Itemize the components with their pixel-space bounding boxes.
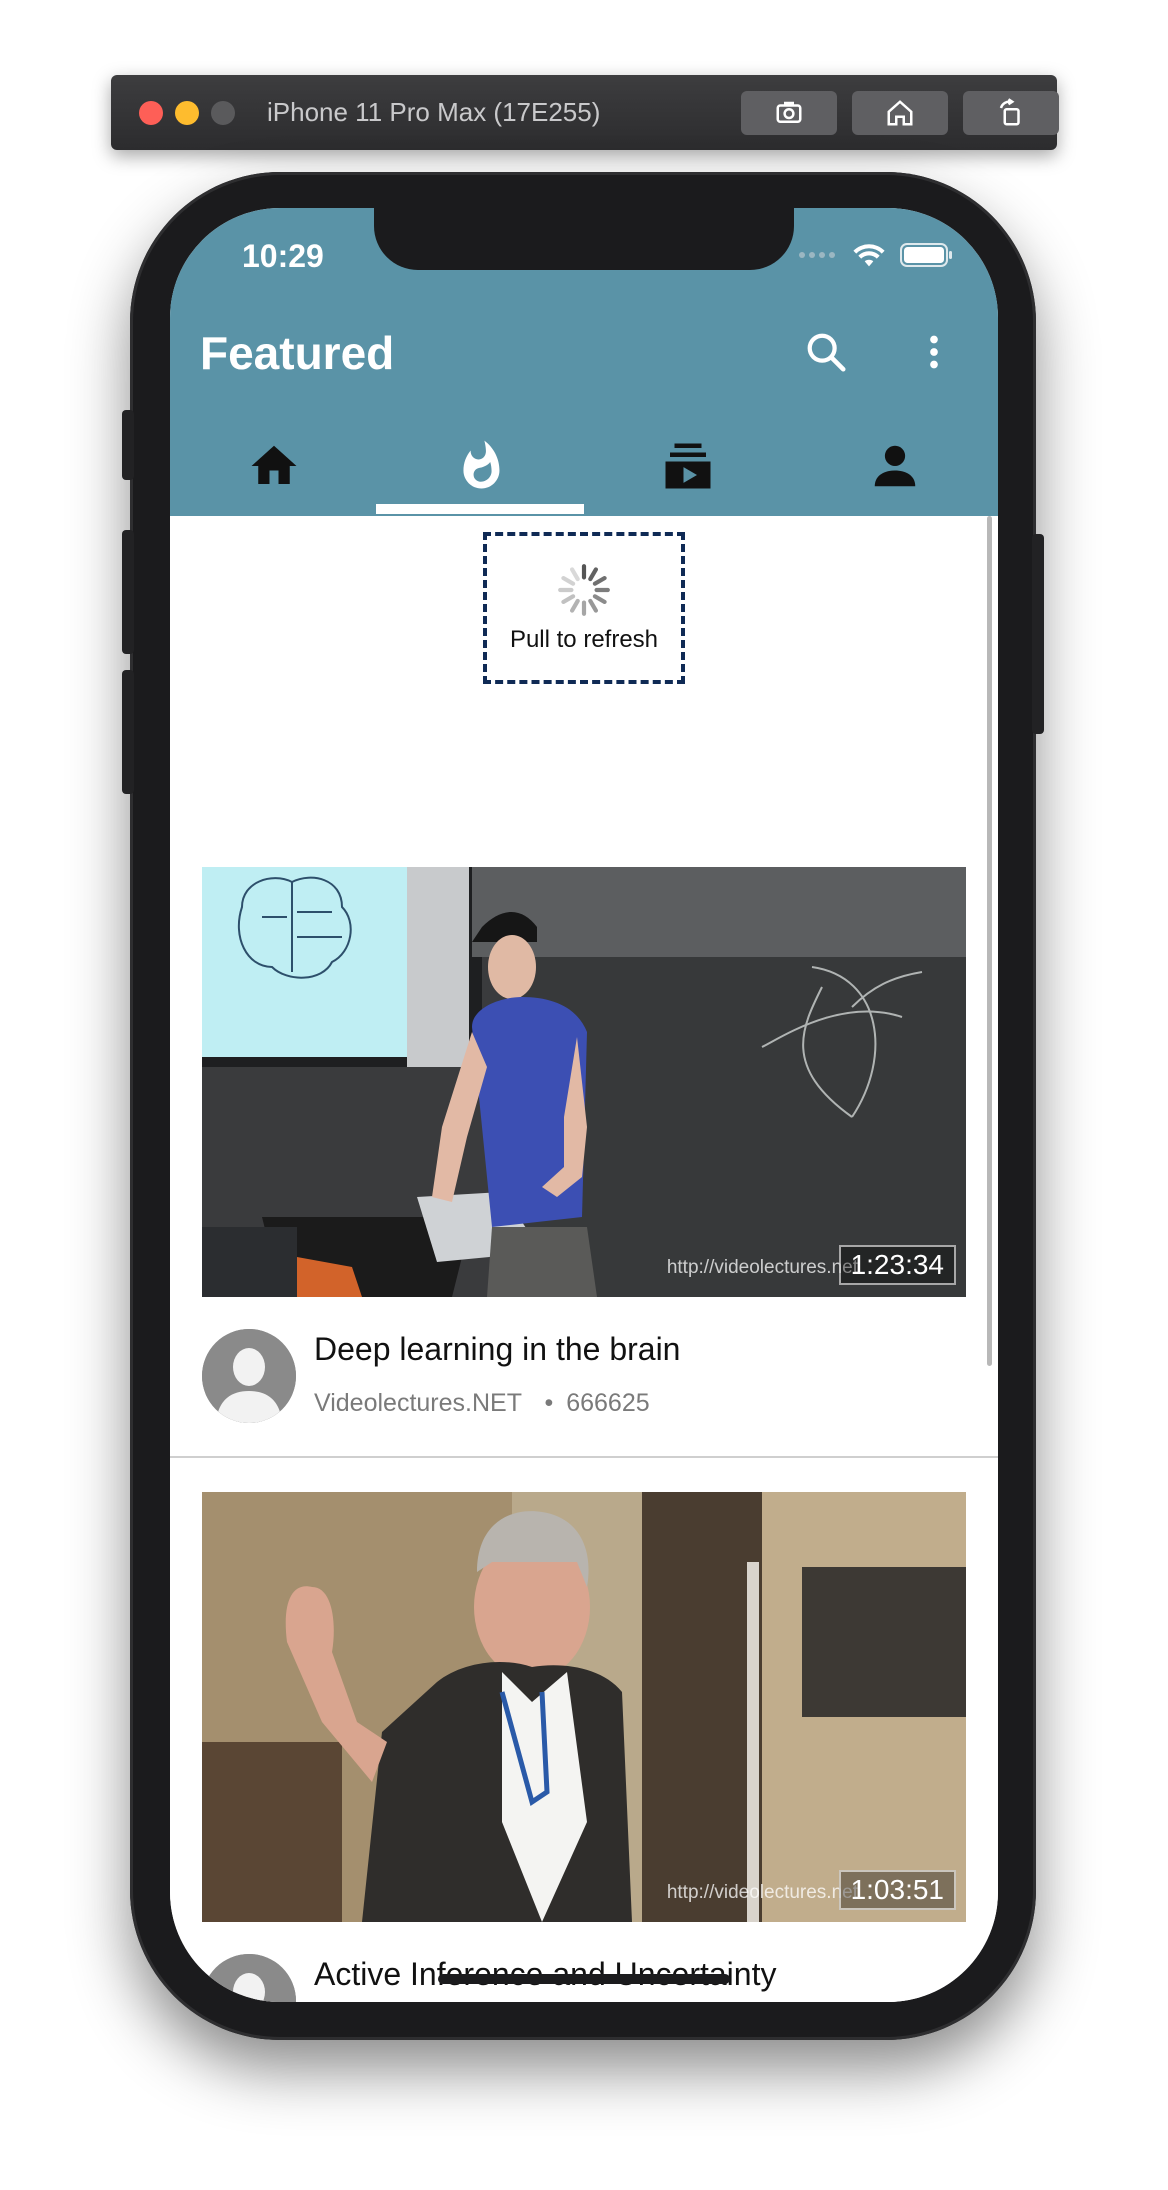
volume-up-button: [122, 530, 134, 654]
more-vert-icon: [930, 335, 938, 369]
view-count: 666625: [566, 1389, 650, 1417]
status-time: 10:29: [242, 238, 324, 274]
default-avatar-icon: [202, 1329, 296, 1423]
video-card[interactable]: http://videolectures.net 1:23:34 Deep le…: [202, 867, 966, 1437]
close-window-button[interactable]: [139, 101, 163, 125]
screenshot-icon: [776, 101, 802, 123]
home-indicator[interactable]: [438, 1974, 730, 1984]
power-button: [1032, 534, 1044, 734]
video-feed[interactable]: Pull to refresh http://videolectures.net…: [170, 516, 998, 2002]
subscriptions-icon: [665, 443, 710, 489]
video-title[interactable]: Deep learning in the brain: [314, 1331, 680, 1368]
minimize-window-button[interactable]: [175, 101, 199, 125]
home-icon: [887, 100, 913, 126]
simulator-title: iPhone 11 Pro Max (17E255): [267, 97, 601, 127]
default-avatar-icon: [202, 1954, 296, 2002]
video-thumbnail[interactable]: http://videolectures.net 1:03:51: [202, 1492, 966, 1922]
volume-down-button: [122, 670, 134, 794]
video-meta: Deep learning in the brain Videolectures…: [202, 1297, 966, 1437]
video-duration: 1:23:34: [838, 1245, 956, 1285]
meta-separator: •: [544, 1389, 554, 1417]
home-button[interactable]: [852, 91, 948, 135]
app-bar: Featured: [170, 278, 998, 516]
zoom-window-button[interactable]: [211, 101, 235, 125]
rotate-button[interactable]: [963, 91, 1059, 135]
rotate-icon: [999, 98, 1020, 126]
home-icon: [251, 445, 296, 484]
wifi-icon: [853, 244, 885, 267]
tab-subscriptions[interactable]: [584, 416, 791, 516]
more-options-button[interactable]: [906, 324, 962, 380]
tab-indicator: [376, 504, 584, 514]
screenshot-button[interactable]: [741, 91, 837, 135]
silent-switch: [122, 410, 134, 480]
list-divider: [170, 1456, 998, 1458]
person-icon: [874, 445, 915, 487]
battery-icon: [900, 243, 952, 267]
search-button[interactable]: [798, 324, 854, 380]
notch: [374, 208, 794, 270]
phone-screen: 10:29 Featured Pull to refresh http://vi…: [170, 208, 998, 2002]
signal-icon: [799, 252, 835, 258]
video-duration: 1:03:51: [838, 1870, 956, 1910]
video-thumbnail[interactable]: http://videolectures.net 1:23:34: [202, 867, 966, 1297]
scrollbar[interactable]: [987, 516, 992, 1366]
tab-trending[interactable]: [377, 416, 584, 516]
spinner-icon: [558, 564, 610, 616]
tab-home[interactable]: [170, 416, 377, 516]
tab-account[interactable]: [791, 416, 998, 516]
channel-name[interactable]: Videolectures.NET: [314, 1389, 522, 1417]
video-card[interactable]: http://videolectures.net 1:03:51 Active …: [202, 1492, 966, 2002]
pull-to-refresh: Pull to refresh: [483, 532, 685, 684]
lecture-thumbnail-image: [202, 867, 966, 1297]
channel-avatar[interactable]: [202, 1329, 296, 1423]
video-subtitle: Videolectures.NET • 666625: [314, 1389, 650, 1418]
video-watermark: http://videolectures.net: [666, 1257, 858, 1278]
tab-bar: [170, 416, 998, 516]
video-meta: Active Inference and Uncertainty: [202, 1922, 966, 2002]
refresh-label: Pull to refresh: [509, 626, 659, 653]
video-watermark: http://videolectures.net: [666, 1882, 858, 1903]
lecture-thumbnail-image: [202, 1492, 966, 1922]
page-title: Featured: [200, 327, 395, 379]
channel-avatar[interactable]: [202, 1954, 296, 2002]
fire-icon: [462, 440, 499, 489]
status-icons: [798, 242, 954, 268]
simulator-toolbar: iPhone 11 Pro Max (17E255): [111, 75, 1059, 150]
search-icon: [807, 333, 846, 372]
